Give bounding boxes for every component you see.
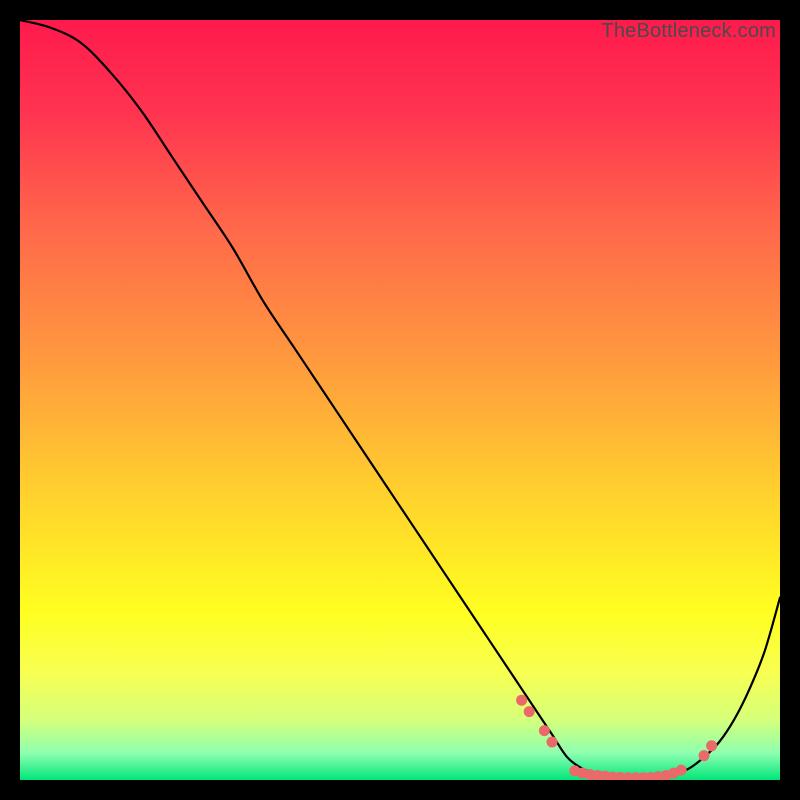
highlight-dot	[706, 740, 717, 751]
highlight-dots	[516, 695, 717, 780]
highlight-dot	[676, 765, 687, 776]
chart-svg	[20, 20, 780, 780]
bottleneck-curve	[20, 20, 780, 778]
plot-frame: TheBottleneck.com	[20, 20, 780, 780]
highlight-dot	[524, 706, 535, 717]
highlight-dot	[539, 725, 550, 736]
highlight-dot	[516, 695, 527, 706]
watermark-text: TheBottleneck.com	[601, 20, 776, 43]
highlight-dot	[547, 737, 558, 748]
highlight-dot	[699, 750, 710, 761]
